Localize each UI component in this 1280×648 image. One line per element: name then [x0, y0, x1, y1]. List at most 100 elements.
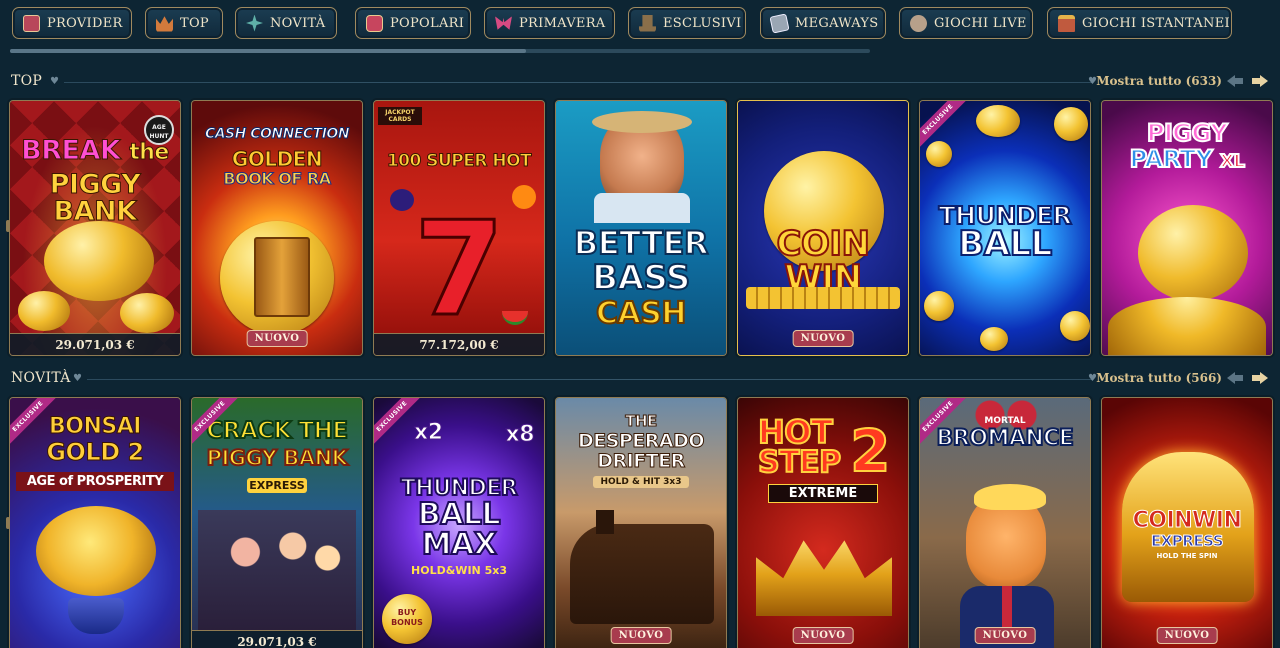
- games-row-top: AGE HUNT BREAK the PIGGY BANK 29.071,03 …: [0, 98, 1280, 358]
- game-title-line: EXPRESS: [1150, 532, 1224, 550]
- nav-item-label: PROVIDER: [47, 15, 123, 31]
- game-title-line: BALL: [957, 224, 1053, 264]
- top-crown-icon: [156, 16, 173, 32]
- popolari-slot-icon: [366, 14, 383, 32]
- game-title-line: GOLDEN: [231, 147, 323, 171]
- section-title: TOP: [11, 73, 43, 89]
- nav-item-megaways[interactable]: MEGAWAYS: [760, 7, 886, 39]
- game-tile-coin-win[interactable]: COIN WIN NUOVO: [737, 100, 909, 356]
- game-title-line: THE: [625, 412, 658, 430]
- characters-art: [198, 510, 356, 630]
- new-badge: NUOVO: [792, 330, 854, 347]
- game-title-line: GOLD 2: [46, 438, 145, 466]
- new-badge: NUOVO: [974, 627, 1036, 644]
- novita-sparkle-icon: [246, 14, 263, 32]
- game-tile-better-bass-cash[interactable]: BETTER BASS CASH: [555, 100, 727, 356]
- game-title-line: the: [129, 140, 170, 165]
- game-title-line: 2: [849, 417, 891, 485]
- game-title-line: BROMANCE: [936, 426, 1075, 451]
- game-tile-thunder-ball-max[interactable]: x2 x8 THUNDER BALL MAX HOLD&WIN 5x3 BUY …: [373, 397, 545, 648]
- scroll-left-arrow-icon[interactable]: [1226, 371, 1244, 385]
- bonsai-tree-art: [36, 506, 156, 596]
- orange-art: [512, 185, 536, 209]
- game-title-line: CASH: [595, 296, 687, 331]
- scroll-left-arrow-icon[interactable]: [1226, 74, 1244, 88]
- game-title-line: DESPERADO: [577, 430, 705, 452]
- piggy-bank-art: [44, 221, 154, 301]
- nav-item-label: POPOLARI: [390, 15, 465, 31]
- row-edge-marker: [6, 517, 10, 529]
- game-title-line: PARTY: [1129, 145, 1214, 173]
- game-title-line: BASS: [591, 258, 691, 298]
- nav-item-label: TOP: [180, 15, 209, 31]
- section-divider: [64, 82, 1092, 83]
- new-badge: NUOVO: [246, 330, 308, 347]
- nav-item-provider[interactable]: PROVIDER: [12, 7, 132, 39]
- game-tile-thunder-ball[interactable]: THUNDER BALL EXCLUSIVE: [919, 100, 1091, 356]
- jackpot-amount: 29.071,03 €: [10, 333, 180, 355]
- section-divider: [87, 379, 1092, 380]
- favorite-heart-icon[interactable]: ♥: [50, 76, 59, 87]
- game-title-line: HOLD & HIT 3x3: [593, 476, 689, 488]
- nav-item-giochi-live[interactable]: GIOCHI LIVE: [899, 7, 1033, 39]
- game-tile-break-the-piggy-bank[interactable]: AGE HUNT BREAK the PIGGY BANK 29.071,03 …: [9, 100, 181, 356]
- game-logo-badge: JACKPOT CARDS: [378, 107, 422, 125]
- game-tile-crack-the-piggy-bank-express[interactable]: CRACK THE PIGGY BANK EXPRESS 29.071,03 €…: [191, 397, 363, 648]
- game-title-line: PIGGY: [1146, 119, 1229, 147]
- game-title-line: BETTER: [573, 224, 710, 262]
- nav-scrollbar[interactable]: [10, 49, 870, 53]
- game-tile-cash-connection-golden-book-of-ra[interactable]: CASH CONNECTION GOLDEN BOOK OF RA NUOVO: [191, 100, 363, 356]
- game-title-line: CASH CONNECTION: [204, 126, 350, 142]
- piggy-bank-art: [1138, 205, 1248, 301]
- coin-stack-art: [746, 287, 900, 309]
- scroll-right-arrow-icon[interactable]: [1251, 74, 1269, 88]
- nav-item-esclusivi[interactable]: ESCLUSIVI: [628, 7, 746, 39]
- game-tile-mortal-bromance[interactable]: MORTAL BROMANCE NUOVO EXCLUSIVE: [919, 397, 1091, 648]
- game-tile-100-super-hot[interactable]: JACKPOT CARDS 100 SUPER HOT 7 77.172,00 …: [373, 100, 545, 356]
- new-badge: NUOVO: [610, 627, 672, 644]
- book-of-ra-art: [254, 237, 310, 317]
- coin-pile-art: [1108, 297, 1266, 355]
- nav-item-primavera[interactable]: PRIMAVERA: [484, 7, 615, 39]
- buy-bonus-label: BUY BONUS: [391, 608, 423, 627]
- esclusivi-hat-icon: [639, 14, 656, 32]
- favorite-heart-icon[interactable]: ♥: [73, 373, 82, 384]
- show-all-link[interactable]: Mostra tutto (566): [1096, 371, 1222, 385]
- plum-art: [390, 189, 414, 211]
- game-title-line: PIGGY BANK: [49, 169, 141, 227]
- game-title-line: XL: [1219, 151, 1246, 172]
- game-tile-coin-win-express[interactable]: COINWIN EXPRESS HOLD THE SPIN NUOVO: [1101, 397, 1273, 648]
- primavera-butterfly-icon: [495, 16, 512, 30]
- game-title-line: COIN: [776, 224, 871, 264]
- nav-item-label: GIOCHI ISTANTANEI: [1082, 15, 1230, 31]
- game-title-line: BONSAI: [49, 414, 142, 439]
- game-title-line: COINWIN: [1132, 508, 1242, 533]
- giochi-live-dealer-icon: [910, 14, 927, 32]
- section-header-novita: NOVITÀ ♥ ♥ Mostra tutto (566): [0, 368, 1280, 390]
- game-title-line: HOLD THE SPIN: [1156, 552, 1218, 560]
- section-title: NOVITÀ: [11, 370, 71, 386]
- new-badge: NUOVO: [792, 627, 854, 644]
- game-tile-bonsai-gold-2[interactable]: BONSAI GOLD 2 AGE of PROSPERITY EXCLUSIV…: [9, 397, 181, 648]
- game-title-line: BALL: [417, 497, 502, 532]
- nav-item-label: NOVITÀ: [270, 15, 326, 31]
- nav-scrollbar-thumb[interactable]: [10, 49, 526, 53]
- nav-item-novita[interactable]: NOVITÀ: [235, 7, 337, 39]
- nav-item-top[interactable]: TOP: [145, 7, 223, 39]
- game-tile-hot-step-2-extreme[interactable]: HOT 2 STEP EXTREME NUOVO: [737, 397, 909, 648]
- game-tile-piggy-party-xl[interactable]: PIGGY PARTY XL: [1101, 100, 1273, 356]
- jackpot-amount: 29.071,03 €: [192, 630, 362, 648]
- jackpot-amount: 77.172,00 €: [374, 333, 544, 355]
- game-title-line: EXPRESS: [247, 478, 307, 493]
- giochi-istantanei-chest-icon: [1058, 14, 1075, 32]
- nav-item-label: MEGAWAYS: [795, 15, 879, 31]
- row-edge-marker: [6, 220, 10, 232]
- nav-item-giochi-istantanei[interactable]: GIOCHI ISTANTANEI: [1047, 7, 1232, 39]
- game-title-line: BREAK: [21, 135, 122, 166]
- show-all-link[interactable]: Mostra tutto (633): [1096, 74, 1222, 88]
- scroll-right-arrow-icon[interactable]: [1251, 371, 1269, 385]
- game-title-line: BOOK OF RA: [223, 169, 332, 188]
- game-tile-the-desperado-drifter[interactable]: THE DESPERADO DRIFTER HOLD & HIT 3x3 NUO…: [555, 397, 727, 648]
- nav-item-popolari[interactable]: POPOLARI: [355, 7, 471, 39]
- new-badge: NUOVO: [1156, 627, 1218, 644]
